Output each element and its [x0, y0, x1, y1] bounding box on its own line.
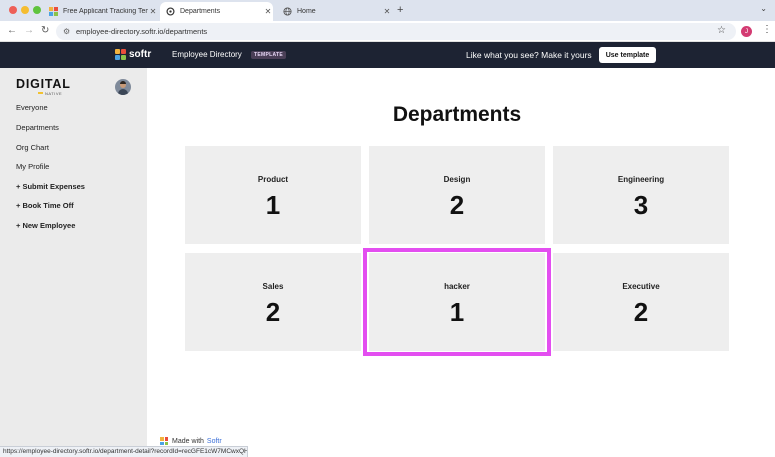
department-count: 2: [265, 297, 281, 327]
maximize-window-button[interactable]: [33, 6, 41, 14]
close-icon[interactable]: ✕: [263, 7, 273, 16]
chevron-down-icon[interactable]: ⌄: [760, 4, 767, 13]
department-count: 3: [633, 190, 649, 220]
department-name: Sales: [262, 282, 284, 291]
department-card-engineering[interactable]: Engineering 3: [553, 146, 729, 244]
softr-logo-icon: [160, 437, 168, 445]
more-menu-icon[interactable]: ⋮: [762, 24, 772, 35]
site-info-icon[interactable]: ⚙: [63, 27, 70, 36]
browser-toolbar: ← → ↻ ⚙ employee-directory.softr.io/depa…: [0, 21, 775, 42]
softr-link[interactable]: Softr: [207, 438, 222, 445]
use-template-button[interactable]: Use template: [599, 47, 656, 63]
page-title: Departments: [392, 103, 522, 126]
softr-brand[interactable]: softr: [129, 49, 151, 60]
close-window-button[interactable]: [9, 6, 17, 14]
url-text: employee-directory.softr.io/departments: [76, 27, 208, 36]
tab-title: Free Applicant Tracking Temp: [63, 8, 148, 15]
sidebar-item-everyone[interactable]: Everyone: [16, 103, 48, 112]
close-icon[interactable]: ✕: [382, 7, 392, 16]
browser-tab-bar: Free Applicant Tracking Temp ✕ Departmen…: [0, 0, 775, 21]
department-count: 2: [633, 297, 649, 327]
department-card-executive[interactable]: Executive 2: [553, 253, 729, 351]
hover-highlight-outline: [363, 248, 551, 356]
department-name: Design: [443, 175, 471, 184]
department-card-sales[interactable]: Sales 2: [185, 253, 361, 351]
sidebar: DIGITAL NATIVE Everyone Departments Org …: [0, 68, 147, 457]
department-count: 2: [449, 190, 465, 220]
app-logo-subtitle: NATIVE: [45, 91, 63, 96]
department-name: Executive: [622, 282, 660, 291]
new-tab-button[interactable]: +: [397, 4, 403, 16]
template-badge: TEMPLATE: [251, 51, 286, 59]
sidebar-item-departments[interactable]: Departments: [16, 123, 59, 132]
department-card-product[interactable]: Product 1: [185, 146, 361, 244]
forward-arrow-icon[interactable]: →: [24, 25, 34, 36]
app-logo[interactable]: DIGITAL: [16, 77, 71, 91]
sidebar-item-new-employee[interactable]: + New Employee: [16, 221, 75, 230]
softr-icon: [166, 7, 175, 16]
bookmark-star-icon[interactable]: ☆: [717, 25, 726, 36]
sidebar-item-submit-expenses[interactable]: + Submit Expenses: [16, 182, 85, 191]
banner-app-name: Employee Directory: [172, 50, 242, 59]
sidebar-item-org-chart[interactable]: Org Chart: [16, 143, 49, 152]
globe-icon: [283, 7, 292, 16]
softr-template-banner: softr Employee Directory TEMPLATE Like w…: [0, 42, 775, 68]
back-arrow-icon[interactable]: ←: [7, 25, 17, 36]
tab-title: Departments: [180, 8, 221, 15]
banner-cta-text: Like what you see? Make it yours: [466, 50, 592, 60]
minimize-window-button[interactable]: [21, 6, 29, 14]
status-bar-url: https://employee-directory.softr.io/depa…: [0, 446, 248, 457]
reload-icon[interactable]: ↻: [41, 25, 49, 36]
address-bar[interactable]: ⚙ employee-directory.softr.io/department…: [56, 23, 736, 40]
browser-tab-departments[interactable]: Departments ✕: [160, 2, 273, 21]
close-icon[interactable]: ✕: [148, 7, 158, 16]
tab-title: Home: [297, 8, 316, 15]
made-with-text: Made with: [172, 437, 204, 445]
department-name: Product: [257, 175, 289, 184]
made-with-softr[interactable]: Made with Softr: [160, 437, 222, 445]
avatar[interactable]: [115, 79, 131, 95]
profile-avatar[interactable]: J: [741, 26, 752, 37]
department-card-design[interactable]: Design 2: [369, 146, 545, 244]
logo-accent: [38, 92, 43, 94]
department-name: Engineering: [617, 175, 665, 184]
sidebar-item-my-profile[interactable]: My Profile: [16, 162, 49, 171]
sidebar-item-book-time-off[interactable]: + Book Time Off: [16, 201, 74, 210]
browser-tab-applicant-tracking[interactable]: Free Applicant Tracking Temp ✕: [45, 2, 158, 21]
softr-icon: [49, 7, 58, 16]
softr-logo-icon: [115, 49, 126, 60]
browser-tab-home[interactable]: Home ✕: [279, 2, 392, 21]
department-count: 1: [265, 190, 281, 220]
